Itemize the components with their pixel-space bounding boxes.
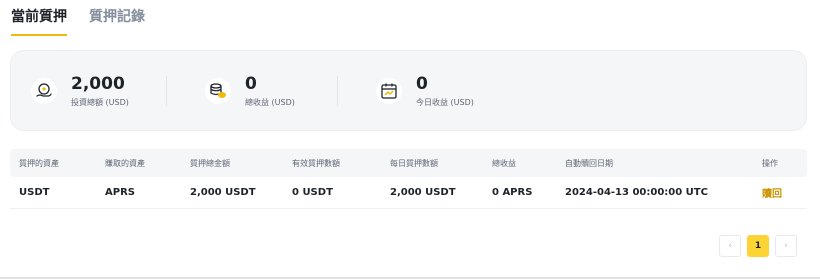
header-total-earnings: 總收益 [492,158,516,168]
header-daily-staked: 每日質押數額 [390,158,438,168]
prev-page-button[interactable]: ‹ [719,235,741,257]
calendar-icon [376,77,402,104]
header-staked-asset: 質押的資產 [19,158,59,168]
header-auto-redeem-date: 自動贖回日期 [565,158,613,168]
stat-total-earnings: 0 總收益 (USD) [205,51,337,130]
summary-divider [166,75,167,106]
total-investment-value: 2,000 [71,73,125,94]
cell-total-staked: 2,000 USDT [190,187,256,198]
redeem-button[interactable]: 贖回 [762,177,782,208]
cell-earned-asset: APRS [105,187,135,198]
header-action: 操作 [762,158,778,168]
summary-card: 2,000 投資總額 (USD) 0 總收益 (USD) 0 今日收益 (USD… [10,50,807,131]
cell-daily-staked: 2,000 USDT [390,187,456,198]
tab-staking-history[interactable]: 質押記錄 [89,6,145,36]
header-earned-asset: 賺取的資產 [105,158,145,168]
header-effective-staked: 有效質押數額 [292,158,340,168]
page-1-button[interactable]: 1 [747,235,769,257]
cell-total-earnings: 0 APRS [492,187,533,198]
pagination: ‹ 1 › [719,235,797,257]
total-earnings-label: 總收益 (USD) [245,97,295,107]
coin-stack-icon [205,77,231,104]
summary-divider [337,75,338,106]
next-page-button[interactable]: › [775,235,797,257]
stat-total-investment: 2,000 投資總額 (USD) [31,51,166,130]
total-investment-label: 投資總額 (USD) [71,97,129,107]
cell-staked-asset: USDT [19,187,50,198]
staking-page: 當前質押 質押記錄 2,000 投資總額 (USD) 0 總收益 (USD) 0… [0,0,820,279]
cell-effective-staked: 0 USDT [292,187,333,198]
table-row: USDT APRS 2,000 USDT 0 USDT 2,000 USDT 0… [10,177,807,209]
coin-hand-icon [31,77,57,104]
table-header: 質押的資產 賺取的資產 質押總金額 有效質押數額 每日質押數額 總收益 自動贖回… [10,149,807,177]
header-total-staked: 質押總金額 [190,158,230,168]
today-earnings-value: 0 [416,73,428,94]
staking-table: 質押的資產 賺取的資產 質押總金額 有效質押數額 每日質押數額 總收益 自動贖回… [10,149,807,209]
tab-bar: 當前質押 質押記錄 [11,6,145,36]
stat-today-earnings: 0 今日收益 (USD) [376,51,516,130]
cell-auto-redeem-date: 2024-04-13 00:00:00 UTC [565,187,708,198]
total-earnings-value: 0 [245,73,257,94]
tab-current-staking[interactable]: 當前質押 [11,6,67,36]
today-earnings-label: 今日收益 (USD) [416,97,474,107]
